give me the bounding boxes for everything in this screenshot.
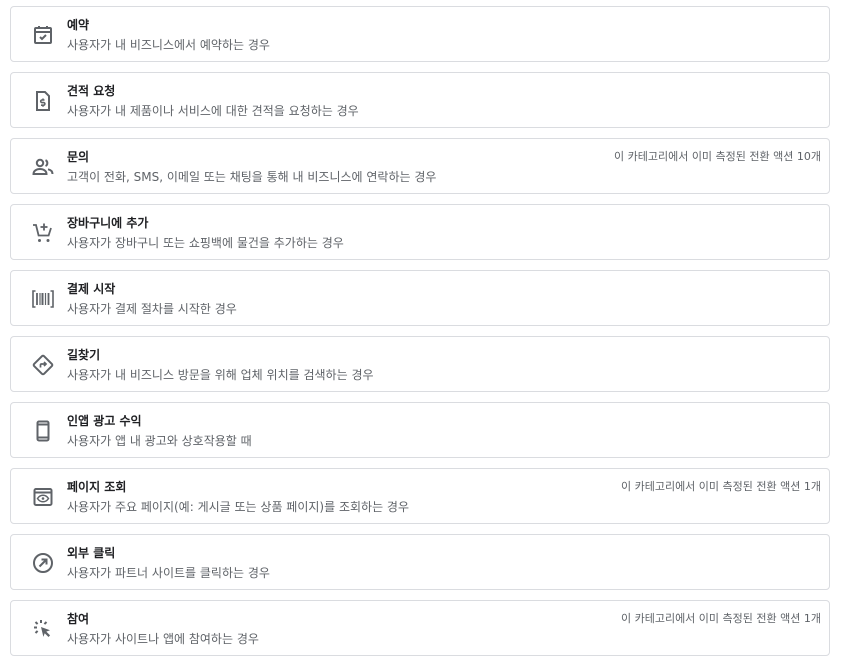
barcode-scanner-icon xyxy=(31,287,55,311)
goal-description: 사용자가 내 비즈니스 방문을 위해 업체 위치를 검색하는 경우 xyxy=(67,368,374,382)
goal-title: 장바구니에 추가 xyxy=(67,216,149,230)
goal-title: 길찾기 xyxy=(67,348,101,362)
people-icon xyxy=(31,155,55,179)
goal-card-outbound-click[interactable]: 외부 클릭 사용자가 파트너 사이트를 클릭하는 경우 xyxy=(10,534,830,590)
goal-title: 페이지 조회 xyxy=(67,480,127,494)
ads-click-icon xyxy=(31,617,55,641)
request-quote-icon xyxy=(31,89,55,113)
already-measured-note: 이 카테고리에서 이미 측정된 전환 액션 10개 xyxy=(613,150,821,163)
goal-card-booking[interactable]: 예약 사용자가 내 비즈니스에서 예약하는 경우 xyxy=(10,6,830,62)
calendar-check-icon xyxy=(31,23,55,47)
goal-card-get-directions[interactable]: 길찾기 사용자가 내 비즈니스 방문을 위해 업체 위치를 검색하는 경우 xyxy=(10,336,830,392)
goal-card-engagement[interactable]: 참여 사용자가 사이트나 앱에 참여하는 경우 이 카테고리에서 이미 측정된 … xyxy=(10,600,830,656)
outbound-arrow-icon xyxy=(31,551,55,575)
goal-description: 사용자가 장바구니 또는 쇼핑백에 물건을 추가하는 경우 xyxy=(67,236,344,250)
directions-icon xyxy=(31,353,55,377)
goal-description: 고객이 전화, SMS, 이메일 또는 채팅을 통해 내 비즈니스에 연락하는 … xyxy=(67,170,437,184)
goal-description: 사용자가 주요 페이지(예: 게시글 또는 상품 페이지)를 조회하는 경우 xyxy=(67,500,410,514)
already-measured-note: 이 카테고리에서 이미 측정된 전환 액션 1개 xyxy=(620,612,821,625)
goal-title: 문의 xyxy=(67,150,90,164)
goal-description: 사용자가 파트너 사이트를 클릭하는 경우 xyxy=(67,566,270,580)
goal-description: 사용자가 앱 내 광고와 상호작용할 때 xyxy=(67,434,252,448)
goal-title: 견적 요청 xyxy=(67,84,116,98)
goal-description: 사용자가 사이트나 앱에 참여하는 경우 xyxy=(67,632,259,646)
goal-card-contact[interactable]: 문의 고객이 전화, SMS, 이메일 또는 채팅을 통해 내 비즈니스에 연락… xyxy=(10,138,830,194)
goal-description: 사용자가 내 제품이나 서비스에 대한 견적을 요청하는 경우 xyxy=(67,104,359,118)
goal-card-add-to-cart[interactable]: 장바구니에 추가 사용자가 장바구니 또는 쇼핑백에 물건을 추가하는 경우 xyxy=(10,204,830,260)
smartphone-icon xyxy=(31,419,55,443)
add-shopping-cart-icon xyxy=(31,221,55,245)
goal-title: 외부 클릭 xyxy=(67,546,116,560)
goal-card-in-app-ad-revenue[interactable]: 인앱 광고 수익 사용자가 앱 내 광고와 상호작용할 때 xyxy=(10,402,830,458)
goal-title: 참여 xyxy=(67,612,90,626)
conversion-goal-list: 예약 사용자가 내 비즈니스에서 예약하는 경우 견적 요청 사용자가 내 제품… xyxy=(0,0,844,669)
already-measured-note: 이 카테고리에서 이미 측정된 전환 액션 1개 xyxy=(620,480,821,493)
goal-title: 인앱 광고 수익 xyxy=(67,414,142,428)
goal-title: 결제 시작 xyxy=(67,282,116,296)
goal-card-page-view[interactable]: 페이지 조회 사용자가 주요 페이지(예: 게시글 또는 상품 페이지)를 조회… xyxy=(10,468,830,524)
preview-eye-icon xyxy=(31,485,55,509)
goal-card-request-quote[interactable]: 견적 요청 사용자가 내 제품이나 서비스에 대한 견적을 요청하는 경우 xyxy=(10,72,830,128)
goal-description: 사용자가 결제 절차를 시작한 경우 xyxy=(67,302,237,316)
goal-title: 예약 xyxy=(67,18,90,32)
goal-description: 사용자가 내 비즈니스에서 예약하는 경우 xyxy=(67,38,270,52)
goal-card-begin-checkout[interactable]: 결제 시작 사용자가 결제 절차를 시작한 경우 xyxy=(10,270,830,326)
